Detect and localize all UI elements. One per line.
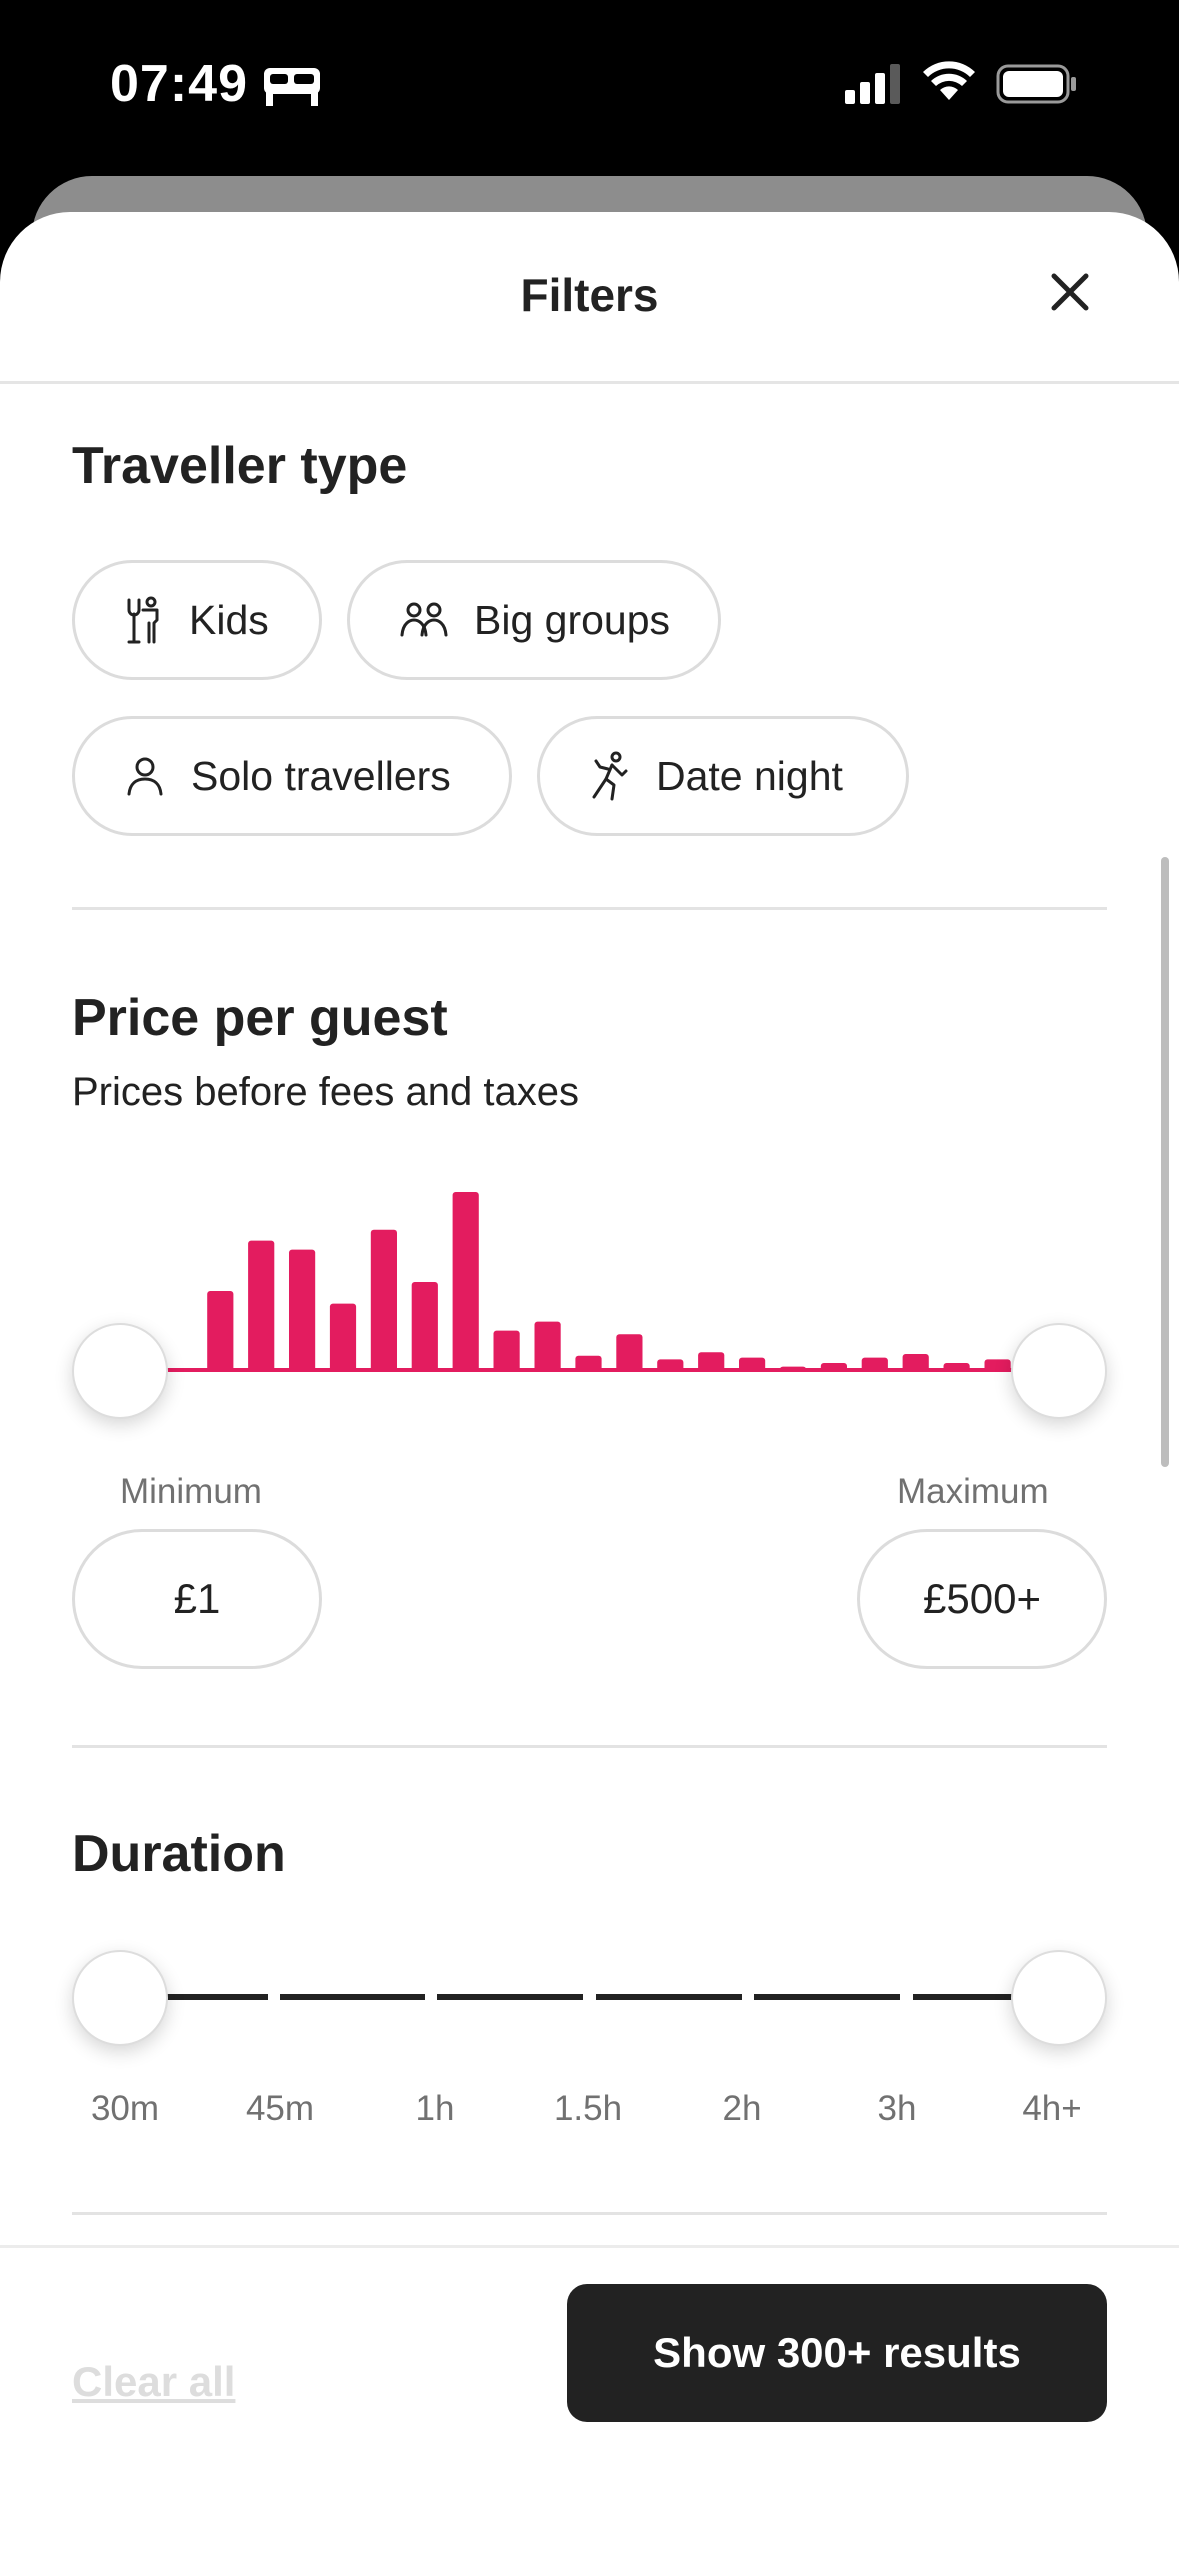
chip-big-groups[interactable]: Big groups <box>347 560 721 680</box>
min-price-field[interactable]: £1 <box>72 1529 322 1669</box>
divider <box>72 1745 1107 1748</box>
duration-tick-label: 1.5h <box>553 2089 623 2128</box>
price-title: Price per guest <box>72 989 448 1047</box>
chip-kids[interactable]: Kids <box>72 560 322 680</box>
kids-icon <box>127 596 159 644</box>
duration-tick-label: 2h <box>722 2089 762 2128</box>
duration-tick-label: 4h+ <box>1022 2089 1082 2128</box>
duration-segment <box>437 1994 583 2000</box>
histogram-bar <box>289 1249 316 1372</box>
wifi-icon <box>923 61 975 100</box>
chip-solo-travellers[interactable]: Solo travellers <box>72 716 512 836</box>
duration-segment <box>280 1994 425 2000</box>
sheet-header: Filters <box>0 212 1179 384</box>
price-min-handle[interactable] <box>72 1323 168 1419</box>
histogram-bar <box>329 1303 357 1372</box>
histogram-bar <box>207 1291 234 1372</box>
price-histogram <box>166 1192 1011 1372</box>
histogram-bar <box>616 1334 643 1372</box>
price-max-handle[interactable] <box>1011 1323 1107 1419</box>
price-range-track <box>118 1368 1018 1372</box>
chip-label: Date night <box>656 752 843 799</box>
histogram-bar <box>411 1282 438 1372</box>
duration-min-handle[interactable] <box>72 1950 168 2046</box>
footer-bar: Clear all Show 300+ results <box>0 2245 1179 2556</box>
duration-tick-label: 1h <box>415 2089 455 2128</box>
cellular-signal-icon <box>845 64 900 104</box>
histogram-bar <box>452 1192 479 1372</box>
duration-segment <box>754 1994 900 2000</box>
duration-segment <box>913 1994 1013 2000</box>
close-icon <box>1051 273 1089 311</box>
max-price-field[interactable]: £500+ <box>857 1529 1107 1669</box>
histogram-bar <box>534 1321 561 1372</box>
maximum-label: Maximum <box>897 1472 1049 1511</box>
price-subtitle: Prices before fees and taxes <box>72 1070 579 1114</box>
histogram-bar <box>370 1229 397 1372</box>
battery-icon <box>996 64 1076 104</box>
duration-tick-label: 3h <box>877 2089 917 2128</box>
histogram-bar <box>493 1330 520 1372</box>
status-bar: 07:49 <box>0 0 1179 175</box>
duration-tick-label: 30m <box>90 2089 160 2128</box>
close-button[interactable] <box>1036 258 1104 326</box>
duration-tick-label: 45m <box>245 2089 315 2128</box>
minimum-label: Minimum <box>120 1472 262 1511</box>
dancing-icon <box>592 751 628 801</box>
divider <box>72 2212 1107 2215</box>
sheet-title: Filters <box>520 269 659 321</box>
chip-date-night[interactable]: Date night <box>537 716 909 836</box>
chip-label: Solo travellers <box>191 752 451 799</box>
clear-all-button[interactable]: Clear all <box>72 2358 235 2406</box>
filters-sheet: Filters Traveller type Kids Big groups S… <box>0 212 1179 2556</box>
chip-label: Kids <box>189 596 269 643</box>
divider <box>72 907 1107 910</box>
duration-segment <box>166 1994 268 2000</box>
duration-max-handle[interactable] <box>1011 1950 1107 2046</box>
duration-segment <box>596 1994 742 2000</box>
traveller-type-title: Traveller type <box>72 437 408 495</box>
duration-title: Duration <box>72 1825 286 1883</box>
histogram-bar <box>248 1240 275 1372</box>
scrollbar[interactable] <box>1161 857 1169 1467</box>
chip-label: Big groups <box>474 596 671 643</box>
status-time: 07:49 <box>110 55 248 113</box>
big-groups-icon <box>400 602 448 637</box>
bed-icon <box>264 68 320 106</box>
person-icon <box>127 757 163 796</box>
show-results-button[interactable]: Show 300+ results <box>567 2284 1107 2422</box>
